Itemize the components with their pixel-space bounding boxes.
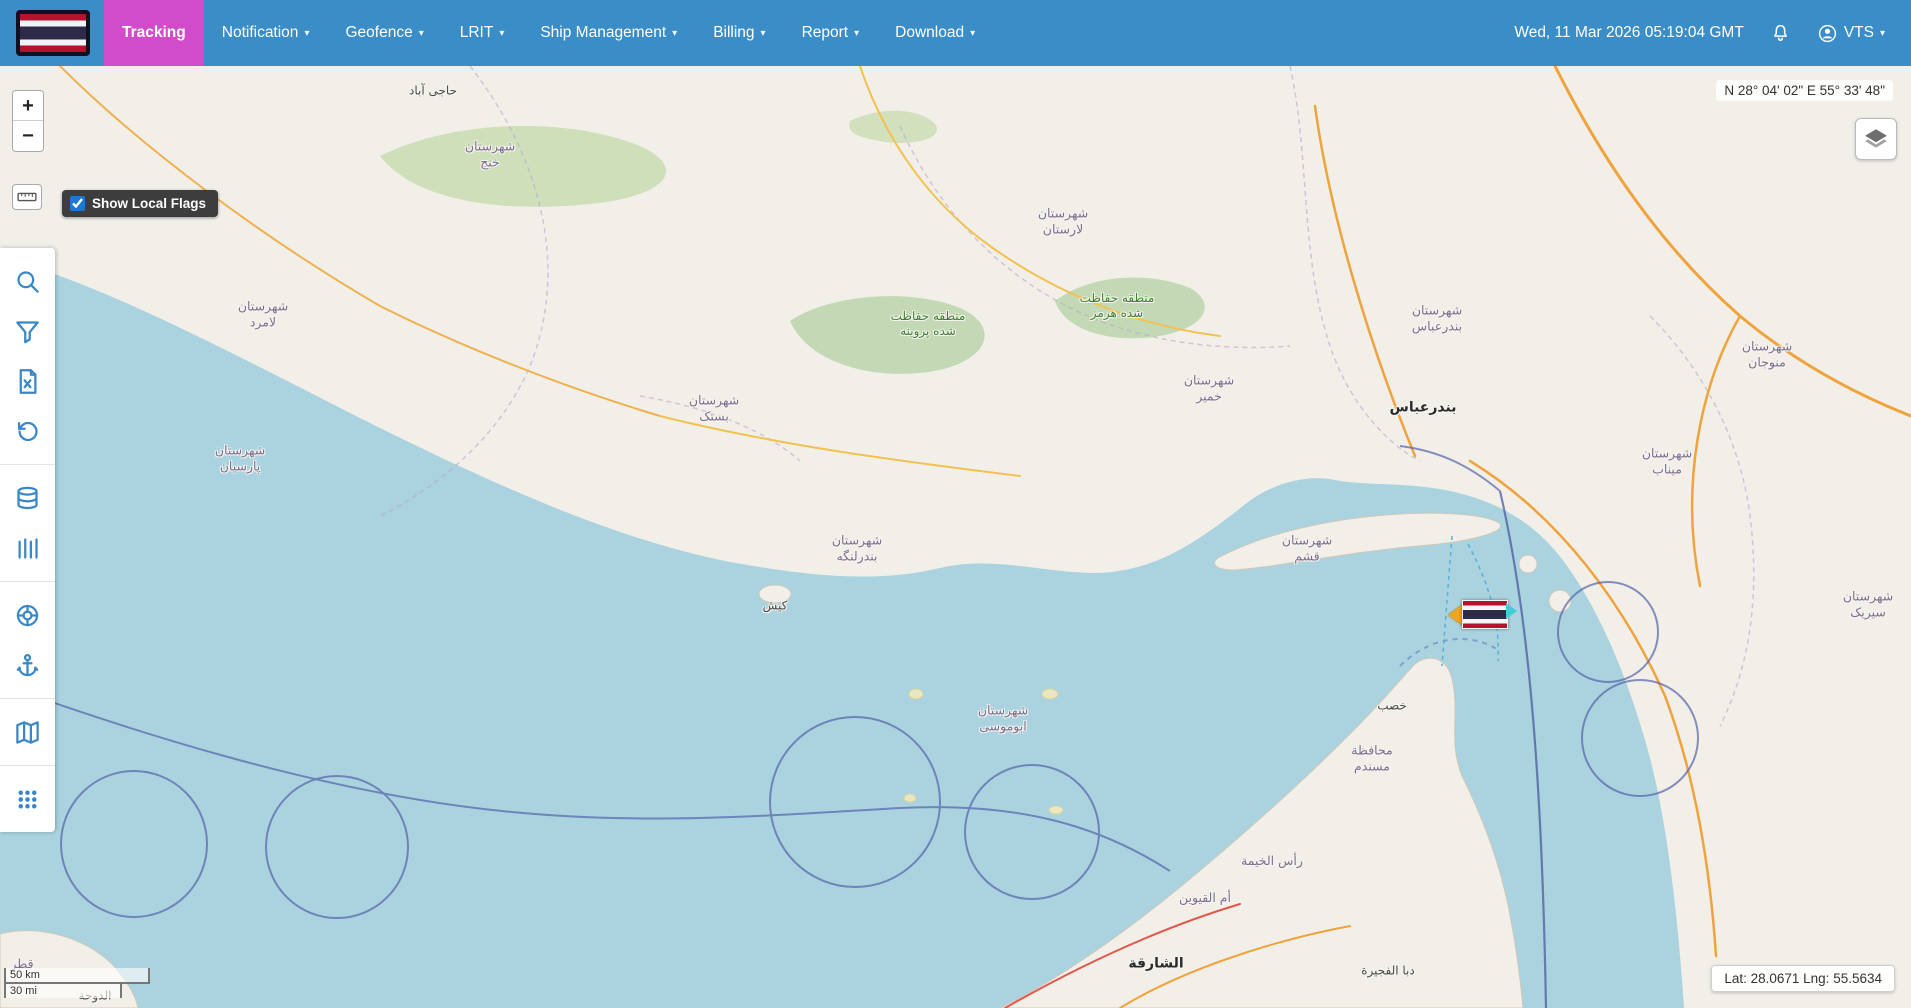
navbar-right: Wed, 11 Mar 2026 05:19:04 GMT VTS ▾ [1514,0,1911,66]
search-tool-button[interactable] [0,256,55,306]
user-label: VTS [1844,24,1874,42]
replay-tool-button[interactable] [0,406,55,456]
nav-item-billing[interactable]: Billing▾ [695,0,783,66]
caret-down-icon: ▾ [970,28,975,39]
thai-flag-logo [16,10,90,56]
layers-icon [1863,126,1889,152]
map-base [0,66,1911,1008]
database-icon [14,485,41,512]
latlng-display: Lat: 28.0671 Lng: 55.5634 [1711,965,1895,992]
map-icon [14,719,41,746]
map-style-tool-button[interactable] [0,707,55,757]
excel-file-icon [14,368,41,395]
export-excel-tool-button[interactable] [0,356,55,406]
search-icon [14,268,41,295]
caret-down-icon: ▾ [304,28,309,39]
notifications-bell-button[interactable] [1770,23,1791,44]
filter-tool-button[interactable] [0,306,55,356]
anchorage-tool-button[interactable] [0,640,55,690]
caret-down-icon: ▾ [761,28,766,39]
nav-item-tracking[interactable]: Tracking [104,0,204,66]
data-layers-tool-button[interactable] [0,473,55,523]
nav-item-geofence[interactable]: Geofence▾ [327,0,441,66]
zoom-control: + − [12,90,44,152]
safety-tool-button[interactable] [0,590,55,640]
basemap-layers-button[interactable] [1855,118,1897,160]
brand-logo[interactable] [0,0,104,66]
top-navbar: Tracking Notification▾ Geofence▾ LRIT▾ S… [0,0,1911,66]
cluster-icon [14,786,41,813]
map-tools-sidebar [0,248,55,832]
scale-mi: 30 mi [4,982,122,998]
map-canvas[interactable]: حاجی آبادشهرستان خنجشهرستان لارستانمنطقه… [0,66,1911,1008]
show-local-flags-label: Show Local Flags [92,196,206,211]
show-local-flags-toggle[interactable]: Show Local Flags [62,190,218,217]
vessel-course-arrow-icon [1506,603,1517,619]
user-icon [1817,23,1838,44]
anchor-icon [14,652,41,679]
datetime-display: Wed, 11 Mar 2026 05:19:04 GMT [1514,24,1743,42]
life-ring-icon [14,602,41,629]
caret-down-icon: ▾ [419,28,424,39]
ruler-icon [16,189,38,205]
map-scale-control: 50 km 30 mi [4,968,150,998]
nav-item-ship-management[interactable]: Ship Management▾ [522,0,695,66]
nav-item-download[interactable]: Download▾ [877,0,993,66]
vessel-marker-thailand[interactable] [1448,600,1508,629]
bars-icon [14,535,41,562]
nav-item-notification[interactable]: Notification▾ [204,0,328,66]
thailand-flag-icon [1462,600,1508,629]
caret-down-icon: ▾ [499,28,504,39]
density-bars-tool-button[interactable] [0,523,55,573]
user-menu-button[interactable]: VTS ▾ [1817,23,1885,44]
bell-icon [1770,23,1791,44]
main-menu: Tracking Notification▾ Geofence▾ LRIT▾ S… [104,0,993,66]
replay-icon [14,418,41,445]
zoom-in-button[interactable]: + [13,91,43,121]
caret-down-icon: ▾ [672,28,677,39]
cluster-tool-button[interactable] [0,774,55,824]
nav-item-lrit[interactable]: LRIT▾ [442,0,523,66]
caret-down-icon: ▾ [854,28,859,39]
zoom-out-button[interactable]: − [13,121,43,151]
nav-item-report[interactable]: Report▾ [784,0,878,66]
caret-down-icon: ▾ [1880,28,1885,39]
filter-icon [14,318,41,345]
show-local-flags-checkbox[interactable] [70,196,85,211]
measure-tool-button[interactable] [12,184,42,210]
cursor-coordinates-display: N 28° 04' 02" E 55° 33' 48" [1716,80,1893,101]
